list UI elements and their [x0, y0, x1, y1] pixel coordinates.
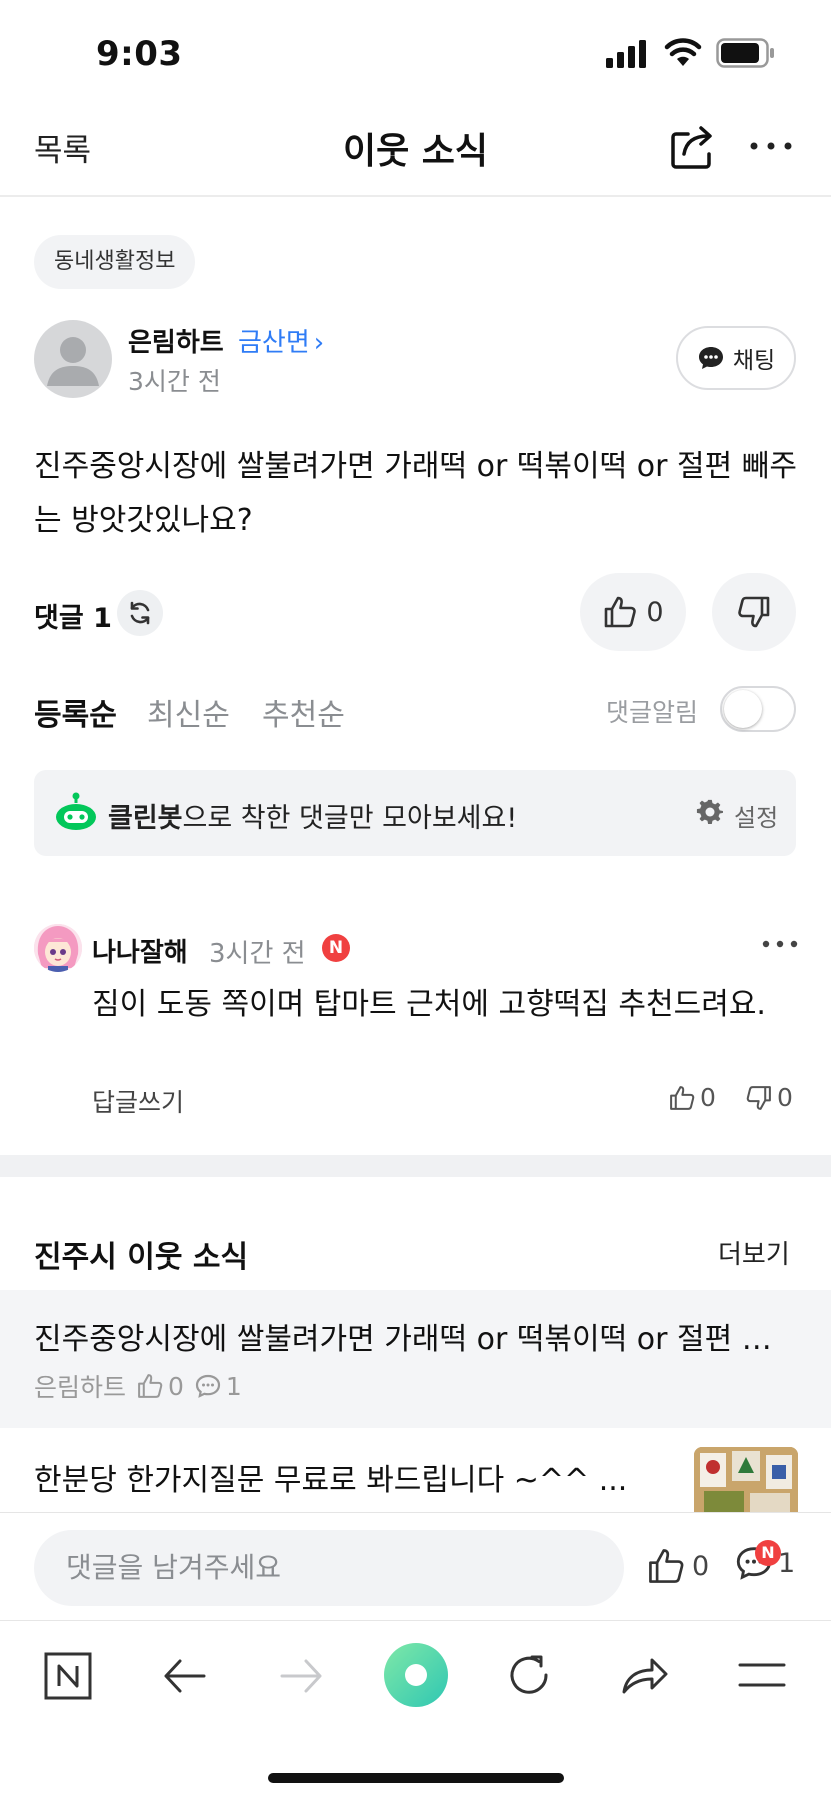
chat-button[interactable]: 채팅: [676, 326, 796, 390]
commenter-avatar[interactable]: [34, 924, 82, 972]
related-more-button[interactable]: 더보기: [718, 1234, 790, 1271]
new-badge: N: [322, 934, 350, 962]
comment-dislike-count: 0: [777, 1083, 793, 1112]
related-item-thumbnail[interactable]: [694, 1447, 798, 1513]
related-item-comment-count: 1: [225, 1371, 242, 1401]
battery-icon: [716, 38, 774, 68]
comment-label: 댓글: [34, 603, 84, 634]
home-indicator: [268, 1773, 564, 1783]
nav-divider: [0, 195, 831, 197]
post-location-link[interactable]: 금산면 ›: [238, 322, 324, 359]
thumbs-down-icon: [746, 1085, 771, 1110]
related-item-meta: 은림하트 0 1: [34, 1368, 242, 1404]
thumbnail-image: [694, 1447, 798, 1513]
related-item-likes: 0: [136, 1372, 184, 1401]
post-location: 금산면: [238, 328, 310, 358]
post-author[interactable]: 은림하트: [128, 322, 224, 359]
comment-bubble-icon: [195, 1374, 221, 1398]
comment-text: 짐이 도동 쪽이며 탑마트 근처에 고향떡집 추천드려요.: [92, 987, 766, 1022]
post-body: 진주중앙시장에 쌀불려가면 가래떡 or 떡볶이떡 or 절편 빼주는 방앗갓있…: [34, 449, 797, 538]
reply-button[interactable]: 답글쓰기: [92, 1083, 184, 1119]
naver-home-icon[interactable]: [44, 1652, 92, 1700]
reload-icon[interactable]: [506, 1652, 552, 1698]
thumbs-up-icon: [649, 1549, 684, 1583]
related-item-highlight[interactable]: [0, 1290, 831, 1428]
comment-count-value: 1: [93, 603, 112, 634]
chat-label: 채팅: [732, 348, 776, 374]
sort-recommended[interactable]: 추천순: [262, 690, 345, 734]
sort-registered[interactable]: 등록순: [34, 690, 117, 734]
more-options-icon[interactable]: [748, 138, 794, 154]
menu-icon[interactable]: [738, 1660, 786, 1690]
chevron-right-icon: ›: [313, 328, 325, 358]
back-arrow-icon[interactable]: [162, 1656, 208, 1696]
comment-author[interactable]: 나나잘해: [92, 932, 188, 969]
wifi-icon: [664, 38, 702, 66]
refresh-comments-button[interactable]: [117, 590, 163, 636]
settings-gear-icon[interactable]: [696, 798, 724, 826]
anime-avatar-image: [34, 924, 82, 972]
thumbs-up-icon: [138, 1374, 163, 1398]
bar-like-count: 0: [692, 1550, 710, 1582]
thumbs-down-icon: [738, 596, 770, 628]
share-arrow-icon[interactable]: [620, 1652, 670, 1696]
new-badge: N: [755, 1540, 781, 1566]
comment-like-count: 0: [700, 1083, 716, 1112]
default-profile-icon: [47, 337, 99, 386]
category-tag[interactable]: 동네생활정보: [34, 235, 196, 289]
toggle-knob: [724, 690, 762, 728]
comment-more-icon[interactable]: [760, 930, 800, 958]
post-time: 3시간 전: [128, 367, 221, 396]
share-icon[interactable]: [668, 120, 720, 172]
related-item-like-count: 0: [168, 1371, 184, 1401]
comment-alarm-label: 댓글알림: [606, 698, 699, 727]
forward-arrow-icon[interactable]: [278, 1656, 324, 1696]
section-separator: [0, 1155, 831, 1177]
cleanbot-settings-button[interactable]: 설정: [734, 798, 778, 833]
cleanbot-text: 으로 착한 댓글만 모아보세요!: [182, 803, 518, 834]
refresh-icon: [130, 601, 150, 625]
bar-like-button[interactable]: 0: [646, 1546, 709, 1586]
status-time: 9:03: [96, 34, 183, 74]
cleanbot-robot-icon: [56, 792, 96, 830]
sort-latest[interactable]: 최신순: [147, 690, 230, 734]
author-avatar[interactable]: [34, 320, 112, 398]
post-like-count: 0: [646, 596, 664, 628]
related-item-title[interactable]: 한분당 한가지질문 무료로 봐드립니다 ~^^ ...: [34, 1455, 664, 1499]
thumbs-up-icon: [605, 596, 637, 628]
comment-dislike-button[interactable]: 0: [745, 1083, 793, 1112]
comment-like-button[interactable]: 0: [668, 1083, 716, 1112]
comment-input[interactable]: 댓글을 남겨주세요: [34, 1530, 624, 1606]
cleanbot-message: 클린봇으로 착한 댓글만 모아보세요!: [108, 796, 517, 835]
comment-alarm-toggle[interactable]: [720, 686, 796, 732]
comment-count: 댓글 1: [34, 596, 112, 635]
post-dislike-button[interactable]: [712, 573, 796, 651]
related-section-title: 진주시 이웃 소식: [34, 1240, 249, 1275]
related-item-title[interactable]: 진주중앙시장에 쌀불려가면 가래떡 or 떡볶이떡 or 절편 빼주는 방앗갓있…: [34, 1314, 779, 1358]
green-dot-icon[interactable]: [383, 1642, 449, 1708]
related-item-comments: 1: [194, 1372, 242, 1401]
post-like-button[interactable]: 0: [580, 573, 686, 651]
cellular-signal-icon: [606, 40, 646, 68]
comment-time: 3시간 전: [209, 939, 306, 969]
chat-bubble-icon: [698, 347, 723, 369]
related-item-author: 은림하트: [34, 1373, 127, 1402]
thumbs-up-icon: [670, 1085, 695, 1110]
cleanbot-name: 클린봇: [108, 803, 183, 834]
